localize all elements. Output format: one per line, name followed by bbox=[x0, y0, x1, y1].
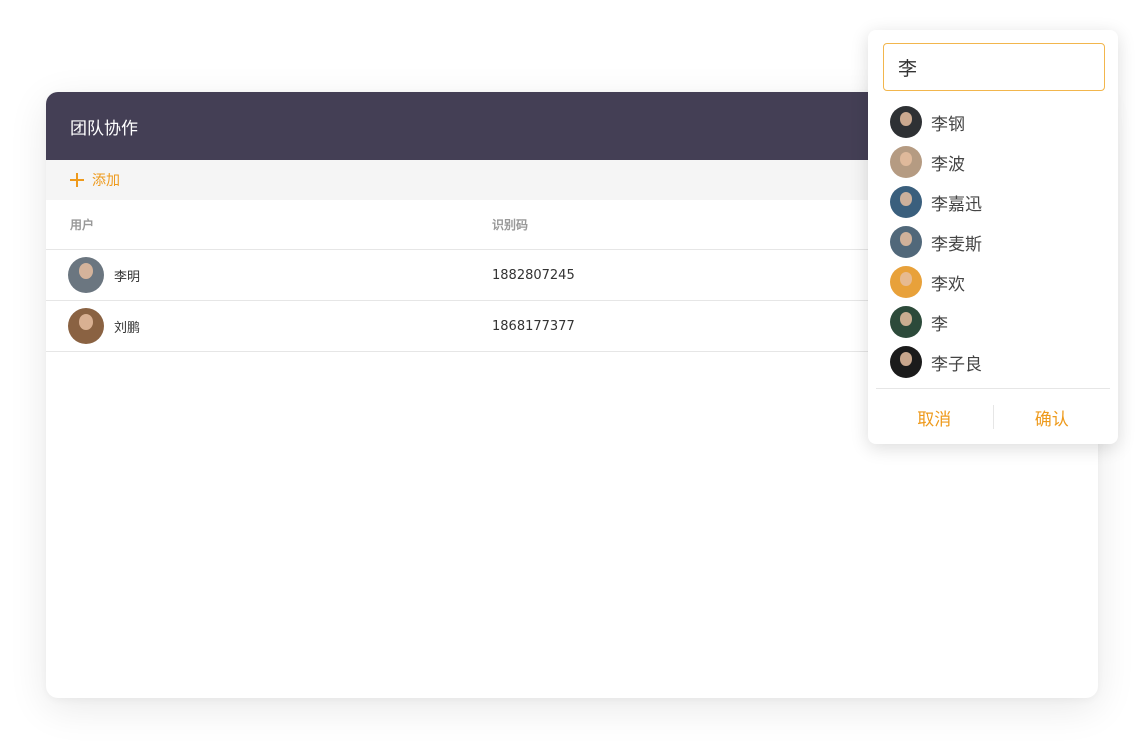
result-name: 李波 bbox=[931, 154, 965, 175]
avatar bbox=[890, 146, 922, 178]
avatar bbox=[890, 306, 922, 338]
result-name: 李嘉迅 bbox=[931, 194, 982, 215]
user-name: 李明 bbox=[114, 269, 141, 285]
user-cell: 刘鹏 bbox=[68, 308, 492, 344]
avatar bbox=[890, 266, 922, 298]
avatar bbox=[68, 308, 104, 344]
add-button[interactable]: 添加 bbox=[70, 170, 120, 190]
result-item[interactable]: 李波 bbox=[890, 142, 1100, 182]
result-item[interactable]: 李 bbox=[890, 302, 1100, 342]
result-name: 李钢 bbox=[931, 114, 965, 135]
user-name: 刘鹏 bbox=[114, 320, 141, 336]
add-label: 添加 bbox=[92, 173, 120, 189]
search-results: 李钢 李波 李嘉迅 李麦斯 李欢 李 李子良 bbox=[890, 102, 1100, 382]
confirm-button[interactable]: 确认 bbox=[994, 405, 1111, 430]
avatar bbox=[68, 257, 104, 293]
avatar bbox=[890, 186, 922, 218]
search-input[interactable] bbox=[883, 43, 1105, 91]
result-item[interactable]: 李嘉迅 bbox=[890, 182, 1100, 222]
result-name: 李麦斯 bbox=[931, 234, 982, 255]
column-header-user: 用户 bbox=[46, 200, 492, 250]
result-name: 李欢 bbox=[931, 274, 965, 295]
cancel-button[interactable]: 取消 bbox=[876, 405, 993, 430]
panel-title: 团队协作 bbox=[70, 118, 138, 139]
user-cell: 李明 bbox=[68, 257, 492, 293]
avatar bbox=[890, 106, 922, 138]
user-picker-popup: 李钢 李波 李嘉迅 李麦斯 李欢 李 李子良 取消 确认 bbox=[868, 30, 1118, 444]
avatar bbox=[890, 346, 922, 378]
plus-icon bbox=[70, 173, 84, 187]
result-item[interactable]: 李钢 bbox=[890, 102, 1100, 142]
result-name: 李 bbox=[931, 314, 948, 335]
popup-footer: 取消 确认 bbox=[876, 388, 1110, 445]
result-item[interactable]: 李麦斯 bbox=[890, 222, 1100, 262]
result-item[interactable]: 李欢 bbox=[890, 262, 1100, 302]
avatar bbox=[890, 226, 922, 258]
result-name: 李子良 bbox=[931, 354, 982, 375]
result-item[interactable]: 李子良 bbox=[890, 342, 1100, 382]
